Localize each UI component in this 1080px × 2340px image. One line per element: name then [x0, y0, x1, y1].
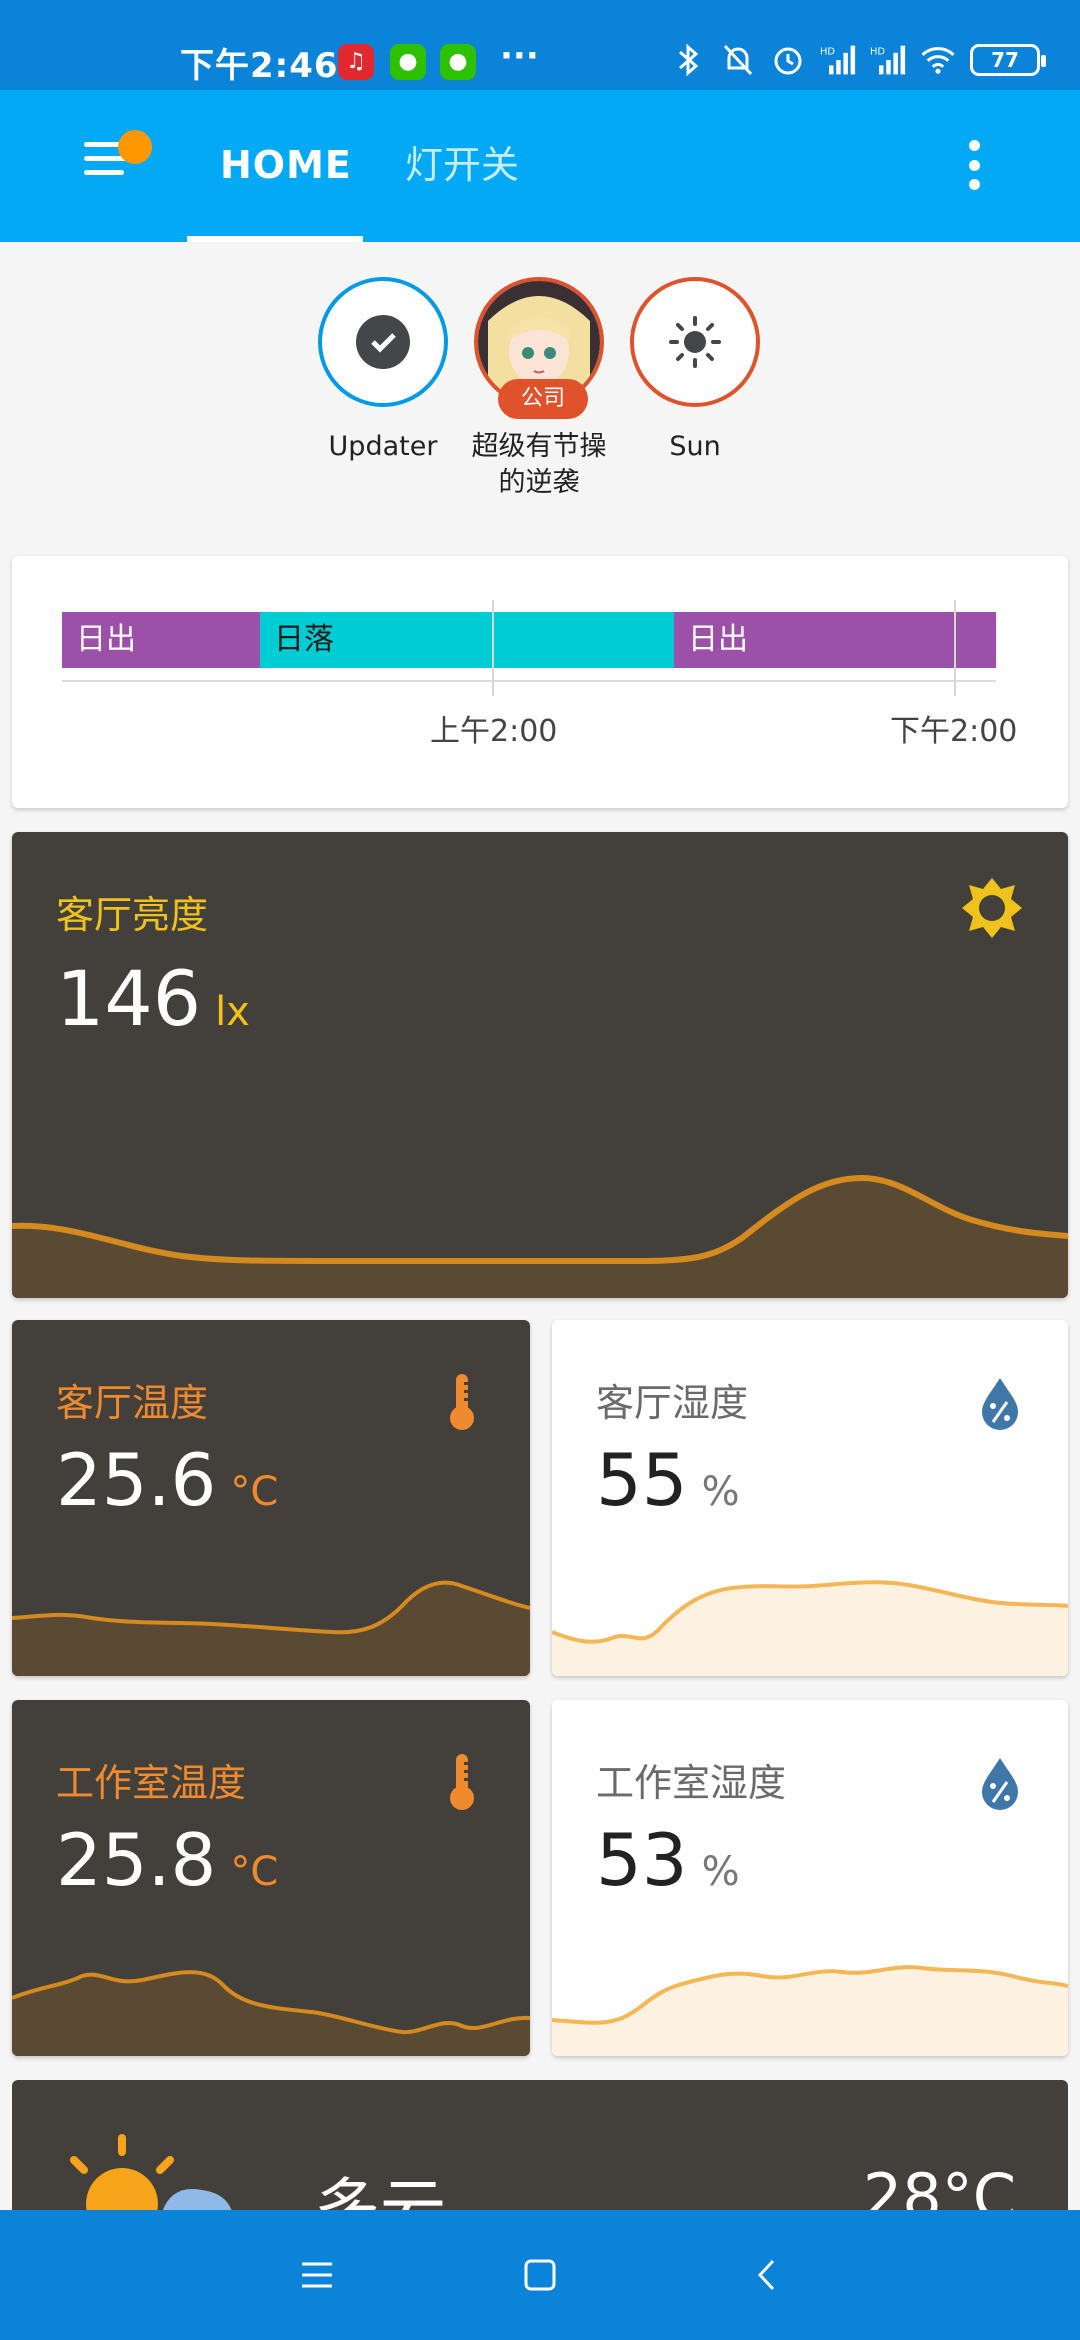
sensor-value: 55%	[596, 1438, 740, 1522]
timeline-tick-label: 下午2:00	[890, 714, 1018, 749]
humidity-sparkline	[552, 1965, 1068, 2056]
svg-text:HD: HD	[870, 47, 885, 58]
menu-icon[interactable]	[292, 2250, 342, 2300]
sun-history-card[interactable]: 日出 日落 日出 上午2:00 下午2:00	[12, 556, 1068, 808]
timeline-tick	[954, 600, 956, 696]
more-notifications-icon: ···	[500, 36, 539, 76]
netease-music-icon: ♫	[338, 44, 374, 80]
sensor-unit: lx	[215, 989, 250, 1035]
sensor-value: 53%	[596, 1818, 740, 1902]
badge-updater[interactable]: Updater	[318, 277, 448, 465]
timeline-axis	[62, 680, 996, 682]
check-icon	[356, 315, 410, 369]
zone-tag: 公司	[498, 379, 588, 419]
timeline-segment-sunrise: 日出	[674, 612, 996, 668]
wechat-icon: ●	[390, 44, 426, 80]
bluetooth-icon	[670, 42, 706, 78]
temperature-sparkline	[12, 1580, 530, 1676]
home-square-icon[interactable]	[515, 2250, 565, 2300]
thermometer-icon	[450, 1374, 474, 1430]
sensor-title: 客厅温度	[56, 1381, 209, 1425]
status-bar: 下午2:46 ♫ ● ● ··· HD HD 77	[0, 0, 1080, 90]
system-nav-bar	[0, 2210, 1080, 2340]
badge-label: Updater	[328, 431, 438, 462]
badge-person[interactable]: 公司 超级有节操的逆袭	[472, 277, 607, 501]
sensor-card-living-brightness[interactable]: 客厅亮度 146 lx	[12, 832, 1068, 1298]
brightness-icon	[962, 878, 1022, 938]
timeline-tick	[492, 600, 494, 696]
back-icon[interactable]	[742, 2250, 792, 2300]
badge-label: Sun	[669, 431, 721, 462]
timeline-tick-label: 上午2:00	[430, 714, 558, 749]
tab-light-switch[interactable]: 灯开关	[405, 140, 519, 190]
brightness-sparkline	[12, 1174, 1068, 1298]
temperature-sparkline	[12, 1970, 530, 2056]
badge-label: 超级有节操的逆袭	[471, 431, 607, 498]
tab-home[interactable]: HOME	[220, 140, 352, 190]
app-bar: HOME 灯开关	[0, 90, 1080, 242]
sensor-card-studio-temperature[interactable]: 工作室温度 25.8 °C	[12, 1700, 530, 2056]
battery-indicator: 77	[970, 44, 1046, 76]
sensor-title: 客厅亮度	[56, 893, 209, 937]
sensor-value: 25.6 °C	[56, 1438, 279, 1522]
status-time: 下午2:46	[180, 46, 339, 86]
badge-sun[interactable]: Sun	[630, 277, 760, 465]
sensor-title: 工作室温度	[56, 1761, 247, 1805]
mute-bell-icon	[720, 42, 756, 78]
sensor-card-living-temperature[interactable]: 客厅温度 25.6 °C	[12, 1320, 530, 1676]
badge-row: Updater 公司 超级有节操的逆袭 Sun	[318, 277, 768, 537]
notification-dot	[118, 130, 152, 164]
sensor-unit: %	[701, 1469, 740, 1515]
badge-circle	[630, 277, 760, 407]
sensor-unit: °C	[230, 1469, 279, 1515]
signal-hd-icon: HD	[820, 42, 856, 78]
humidity-sparkline	[552, 1580, 1068, 1676]
sensor-value: 25.8 °C	[56, 1818, 279, 1902]
sensor-title: 工作室湿度	[596, 1761, 787, 1805]
sensor-unit: %	[701, 1849, 740, 1895]
signal-hd-icon: HD	[870, 42, 906, 78]
svg-text:HD: HD	[820, 47, 835, 58]
alarm-icon	[770, 42, 806, 78]
sensor-unit: °C	[230, 1849, 279, 1895]
sensor-card-studio-humidity[interactable]: 工作室湿度 53%	[552, 1700, 1068, 2056]
badge-circle	[318, 277, 448, 407]
timeline-segment-sunrise: 日出	[62, 612, 260, 668]
sensor-card-living-humidity[interactable]: 客厅湿度 55%	[552, 1320, 1068, 1676]
wifi-icon	[920, 42, 956, 78]
thermometer-icon	[450, 1754, 474, 1810]
sensor-value: 146 lx	[56, 954, 250, 1043]
water-percent-icon	[982, 1758, 1018, 1810]
badge-circle: 公司	[474, 277, 604, 419]
sensor-title: 客厅湿度	[596, 1381, 749, 1425]
more-options-icon[interactable]	[964, 140, 984, 190]
active-tab-indicator	[187, 236, 363, 242]
sun-icon	[669, 316, 721, 368]
wechat-icon: ●	[440, 44, 476, 80]
timeline-segment-sunset: 日落	[260, 612, 674, 668]
water-percent-icon	[982, 1378, 1018, 1430]
